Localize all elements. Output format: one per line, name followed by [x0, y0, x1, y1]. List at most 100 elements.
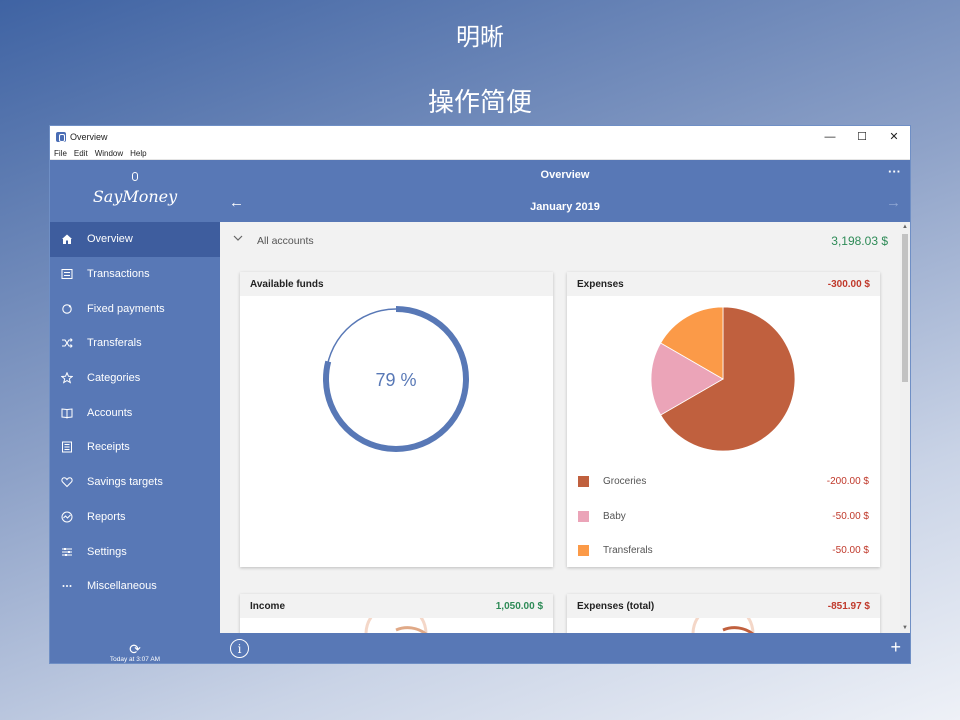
scroll-thumb[interactable] — [902, 234, 908, 382]
sidebar-item-label: Receipts — [87, 441, 130, 454]
sidebar: SayMoney Overview Transactions Fixed pay… — [50, 160, 220, 663]
footer-bar: i + — [220, 633, 910, 663]
legend-item-transferals: Transferals -50.00 $ — [578, 543, 869, 557]
minimize-button[interactable]: — — [814, 126, 846, 147]
card-header: Income 1,050.00 $ — [240, 594, 553, 618]
sliders-icon — [61, 546, 73, 558]
sidebar-item-label: Fixed payments — [87, 302, 165, 315]
info-icon[interactable]: i — [230, 639, 249, 658]
logo-text: SayMoney — [92, 186, 178, 206]
card-header: Expenses -300.00 $ — [567, 272, 880, 296]
star-icon — [61, 372, 73, 384]
income-card[interactable]: Income 1,050.00 $ — [240, 594, 553, 633]
page-title: Overview — [540, 169, 590, 181]
scroll-up-icon[interactable]: ▲ — [902, 224, 908, 230]
legend-name: Groceries — [603, 475, 647, 487]
sidebar-item-label: Reports — [87, 510, 126, 523]
card-header: Expenses (total) -851.97 $ — [567, 594, 880, 618]
more-options-icon[interactable]: ··· — [888, 164, 901, 179]
legend-value: -50.00 $ — [832, 510, 869, 522]
legend-swatch — [578, 475, 589, 487]
menu-bar: File Edit Window Help — [50, 147, 910, 160]
next-month-icon[interactable]: → — [886, 194, 901, 211]
sidebar-item-label: Settings — [87, 545, 127, 558]
menu-window[interactable]: Window — [95, 147, 123, 159]
sidebar-item-overview[interactable]: Overview — [50, 222, 220, 257]
book-icon — [61, 407, 73, 419]
sidebar-item-label: Transferals — [87, 337, 142, 350]
expenses-card[interactable]: Expenses -300.00 $ Groceries -200.00 $ B… — [567, 272, 880, 567]
sidebar-item-receipts[interactable]: Receipts — [50, 430, 220, 465]
legend-value: -50.00 $ — [832, 544, 869, 556]
card-title: Income — [250, 600, 286, 612]
sidebar-item-settings[interactable]: Settings — [50, 534, 220, 569]
expenses-total-card[interactable]: Expenses (total) -851.97 $ — [567, 594, 880, 633]
card-title: Available funds — [250, 278, 324, 290]
receipt-icon — [61, 441, 73, 453]
chevron-down-icon — [233, 233, 243, 246]
maximize-button[interactable]: ☐ — [846, 126, 878, 147]
menu-help[interactable]: Help — [130, 147, 146, 159]
logo: SayMoney — [50, 160, 220, 222]
promo-title: 明晰 — [456, 23, 504, 51]
sync-status[interactable]: ⟳ Today at 3:07 AM — [50, 642, 220, 663]
month-label: January 2019 — [530, 201, 600, 213]
sync-time: Today at 3:07 AM — [109, 656, 161, 663]
legend-swatch — [578, 510, 589, 522]
sidebar-item-label: Transactions — [87, 268, 150, 281]
more-icon — [61, 580, 73, 592]
sidebar-item-transactions[interactable]: Transactions — [50, 257, 220, 292]
header: Overview ··· ← January 2019 → — [220, 160, 910, 222]
close-button[interactable]: ✕ — [878, 126, 910, 147]
income-amount: 1,050.00 $ — [495, 600, 543, 612]
card-header: Available funds — [240, 272, 553, 296]
app-window: Overview — ☐ ✕ File Edit Window Help Say… — [49, 125, 911, 664]
sidebar-item-miscellaneous[interactable]: Miscellaneous — [50, 569, 220, 604]
available-percent: 79 % — [375, 370, 416, 390]
sidebar-item-categories[interactable]: Categories — [50, 361, 220, 396]
app-icon — [56, 131, 66, 142]
vertical-scrollbar[interactable]: ▲ ▼ — [900, 222, 910, 633]
accounts-label: All accounts — [257, 235, 314, 247]
accounts-total: 3,198.03 $ — [831, 234, 888, 248]
promo-subtitle: 操作简便 — [427, 88, 532, 118]
overview-content: All accounts 3,198.03 $ Available funds … — [220, 222, 910, 633]
refresh-icon — [61, 303, 73, 315]
window-controls: — ☐ ✕ — [814, 126, 910, 147]
sidebar-item-fixed-payments[interactable]: Fixed payments — [50, 291, 220, 326]
sidebar-item-savings-targets[interactable]: Savings targets — [50, 465, 220, 500]
card-title: Expenses — [577, 278, 624, 290]
title-bar: Overview — ☐ ✕ — [50, 126, 910, 147]
add-icon[interactable]: + — [890, 637, 901, 658]
sidebar-item-label: Categories — [87, 372, 141, 385]
sidebar-item-accounts[interactable]: Accounts — [50, 395, 220, 430]
microphone-icon — [132, 172, 138, 181]
menu-edit[interactable]: Edit — [74, 147, 88, 159]
home-icon — [61, 233, 73, 245]
legend-value: -200.00 $ — [826, 475, 869, 487]
sidebar-item-label: Savings targets — [87, 476, 163, 489]
income-pie-partial — [364, 602, 428, 633]
chart-icon — [61, 511, 73, 523]
sidebar-item-reports[interactable]: Reports — [50, 500, 220, 535]
account-selector[interactable]: All accounts 3,198.03 $ — [220, 222, 900, 260]
sync-icon: ⟳ — [129, 641, 141, 657]
expenses-total-pie-partial — [691, 602, 755, 633]
expenses-amount: -300.00 $ — [827, 278, 870, 290]
legend-name: Transferals — [603, 544, 653, 556]
heart-icon — [61, 476, 73, 488]
sidebar-item-label: Accounts — [87, 406, 133, 419]
legend-name: Baby — [603, 510, 626, 522]
expenses-pie-chart — [650, 306, 796, 452]
list-icon — [61, 268, 73, 280]
sidebar-item-transferals[interactable]: Transferals — [50, 326, 220, 361]
scroll-down-icon[interactable]: ▼ — [902, 625, 908, 631]
available-funds-ring: 79 % — [323, 306, 469, 452]
legend-item-groceries: Groceries -200.00 $ — [578, 474, 869, 488]
available-funds-card[interactable]: Available funds 79 % — [240, 272, 553, 567]
window-title: Overview — [70, 131, 108, 142]
legend-swatch — [578, 544, 589, 556]
card-title: Expenses (total) — [577, 600, 655, 612]
menu-file[interactable]: File — [54, 147, 67, 159]
legend-item-baby: Baby -50.00 $ — [578, 509, 869, 523]
